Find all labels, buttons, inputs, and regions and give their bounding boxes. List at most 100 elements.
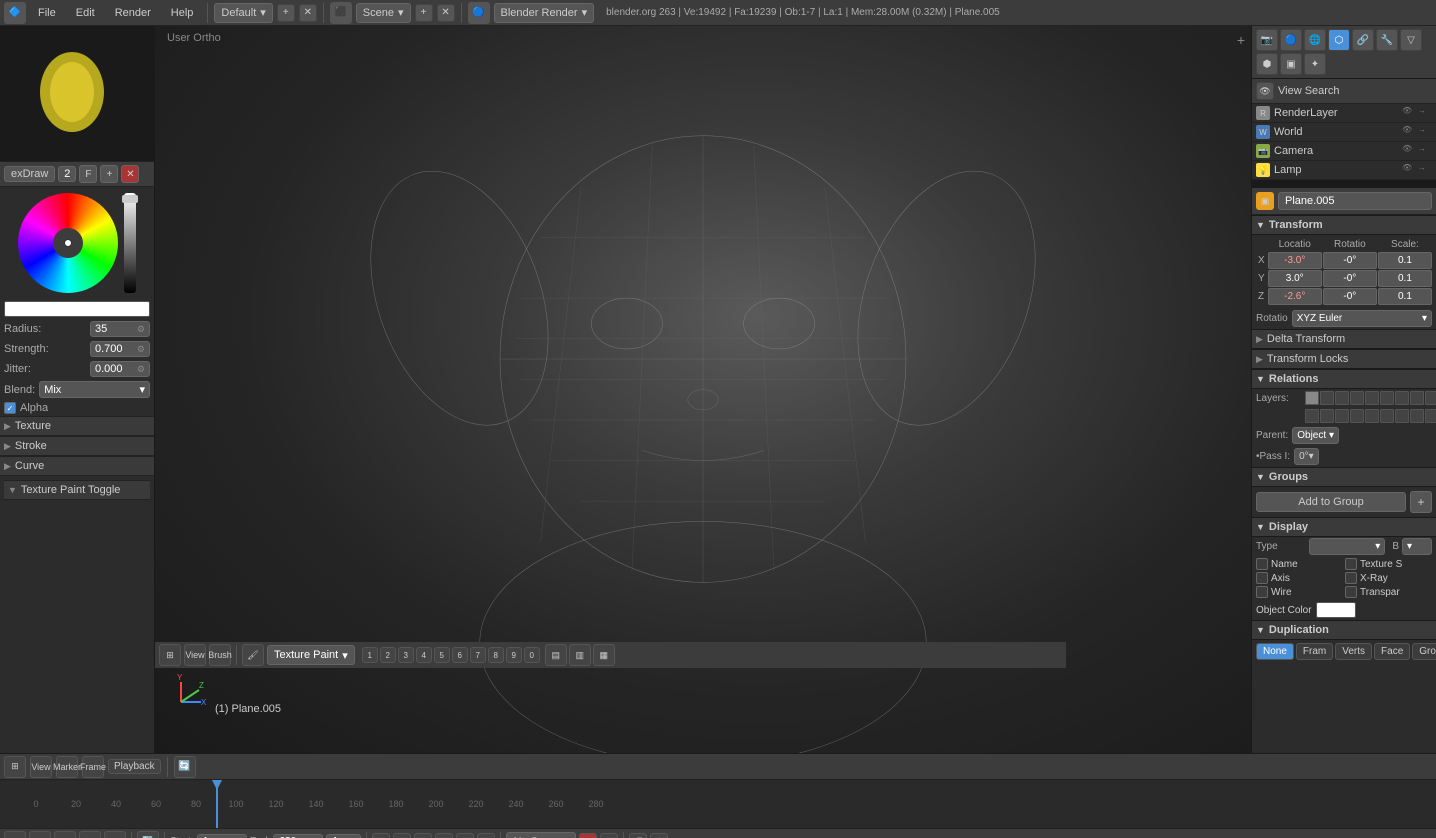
layer-btn-7[interactable]: 7 [470,647,486,663]
end-field[interactable]: 250 [273,834,323,838]
audio-btn[interactable]: 🔊 [629,833,647,838]
parent-dropdown[interactable]: Object ▾ [1292,427,1339,444]
cb-texture-s-box[interactable] [1345,558,1357,570]
renderer-dropdown[interactable]: Blender Render ▾ [494,3,595,23]
display-type-dropdown[interactable]: ▾ [1309,538,1385,555]
render-props-btn[interactable]: 📷 [1256,29,1278,51]
transform-locks-header[interactable]: ▶ Transform Locks [1252,349,1436,369]
viewport-view-btn[interactable]: View [184,644,206,666]
sync-icon-btn[interactable]: 🔄 [174,756,196,778]
cb-axis-box[interactable] [1256,572,1268,584]
bottom-playback-btn[interactable]: Playback [104,831,126,838]
add-preset-btn[interactable]: + [277,4,295,22]
strength-field[interactable]: 0.700 ⚙ [90,341,150,357]
brush-close-btn[interactable]: ✕ [121,165,139,183]
texture-btn[interactable]: ▣ [1280,53,1302,75]
record-opts-btn[interactable]: ▾ [600,833,618,838]
curve-section-header[interactable]: ▶ Curve [0,456,154,476]
display-section-header[interactable]: ▼ Display [1252,517,1436,537]
material-btn[interactable]: ▦ [593,644,615,666]
camera-arrow-btn[interactable]: → [1418,144,1432,158]
layer-16[interactable] [1380,409,1394,423]
paint-mode-dropdown[interactable]: Texture Paint ▾ [267,645,355,665]
duplication-section-header[interactable]: ▼ Duplication [1252,620,1436,640]
bottom-view-btn[interactable]: View [29,831,51,838]
tg-x-scale[interactable]: 0.1 [1378,252,1432,269]
sync-type-btn[interactable]: 🔄 [137,831,159,838]
relations-section-header[interactable]: ▼ Relations [1252,369,1436,389]
remove-scene-btn[interactable]: ✕ [437,4,455,22]
bottom-marker-btn[interactable]: Marker [54,831,76,838]
tg-z-rot[interactable]: -0° [1323,288,1377,305]
pass-field[interactable]: 0° ▾ [1294,448,1319,465]
layer-17[interactable] [1395,409,1409,423]
layer-2[interactable] [1320,391,1334,405]
color-value-slider[interactable] [124,193,136,293]
color-wheel[interactable] [18,193,118,293]
layer-1[interactable] [1305,391,1319,405]
dup-group-btn[interactable]: Group [1412,643,1436,660]
transform-section-header[interactable]: ▼ Transform [1252,215,1436,235]
layer-btn-8[interactable]: 8 [488,647,504,663]
pb-jump-start-btn[interactable]: ⏮ [372,833,390,838]
world-eye-btn[interactable]: 👁 [1402,125,1416,139]
world-arrow-btn[interactable]: → [1418,125,1432,139]
cb-xray-box[interactable] [1345,572,1357,584]
lamp-arrow-btn[interactable]: → [1418,163,1432,177]
playback-btn-label[interactable]: Playback [108,759,161,774]
material-btn2[interactable]: ⬢ [1256,53,1278,75]
modifiers-btn[interactable]: 🔧 [1376,29,1398,51]
tg-y-rot[interactable]: -0° [1323,270,1377,287]
delta-transform-header[interactable]: ▶ Delta Transform [1252,329,1436,349]
constraints-btn[interactable]: 🔗 [1352,29,1374,51]
layer-11[interactable] [1305,409,1319,423]
object-name-field[interactable]: Plane.005 [1278,192,1432,210]
render-menu[interactable]: Render [107,5,159,21]
dup-fram-btn[interactable]: Fram [1296,643,1333,660]
tg-x-rot[interactable]: -0° [1323,252,1377,269]
display-b-dropdown[interactable]: ▾ [1402,538,1432,555]
dup-verts-btn[interactable]: Verts [1335,643,1372,660]
object-props-btn[interactable]: ⬡ [1328,29,1350,51]
start-field[interactable]: 1 [197,834,247,838]
tg-x-loc[interactable]: -3.0° [1268,252,1322,269]
jitter-field[interactable]: 0.000 ⚙ [90,361,150,377]
view-btn-small[interactable]: 👁 [1256,82,1274,100]
outliner-item-world[interactable]: W World 👁 → [1252,123,1436,142]
add-scene-btn[interactable]: + [415,4,433,22]
layer-4[interactable] [1350,391,1364,405]
blend-dropdown[interactable]: Mix ▾ [39,381,150,398]
scene-props-btn[interactable]: 🔵 [1280,29,1302,51]
timeline-frame-btn[interactable]: Frame [82,756,104,778]
rotation-mode-dropdown[interactable]: XYZ Euler ▾ [1292,310,1432,327]
pb-play-rev-btn[interactable]: ◁ [414,833,432,838]
layer-19[interactable] [1425,409,1436,423]
radius-adjust-btn[interactable]: ⚙ [137,324,145,335]
current-frame-field[interactable]: 1 [326,834,361,838]
tg-y-loc[interactable]: 3.0° [1268,270,1322,287]
cb-name-box[interactable] [1256,558,1268,570]
timeline-icon-btn[interactable]: ⊞ [4,756,26,778]
brush-num[interactable]: 2 [58,166,76,182]
paint-slot-btn[interactable]: ▥ [569,644,591,666]
strength-adjust-btn[interactable]: ⚙ [137,344,145,355]
radius-field[interactable]: 35 ⚙ [90,321,150,337]
layer-3[interactable] [1335,391,1349,405]
record-btn[interactable]: ● [579,833,597,838]
stroke-section-header[interactable]: ▶ Stroke [0,436,154,456]
sync-vis-btn[interactable]: 👁 [650,833,668,838]
tg-z-loc[interactable]: -2.6° [1268,288,1322,305]
remove-preset-btn[interactable]: ✕ [299,4,317,22]
sync-dropdown[interactable]: No Sync ▾ [506,832,576,838]
timeline-view-btn[interactable]: View [30,756,52,778]
slot-icon-btn[interactable]: ▤ [545,644,567,666]
cb-transpar-box[interactable] [1345,586,1357,598]
dup-face-btn[interactable]: Face [1374,643,1410,660]
pb-play-btn[interactable]: ▶ [435,833,453,838]
layer-btn-6[interactable]: 6 [452,647,468,663]
layer-12[interactable] [1320,409,1334,423]
bottom-icon-btn[interactable]: ⊞ [4,831,26,838]
layer-6[interactable] [1380,391,1394,405]
layer-14[interactable] [1350,409,1364,423]
layer-8[interactable] [1410,391,1424,405]
